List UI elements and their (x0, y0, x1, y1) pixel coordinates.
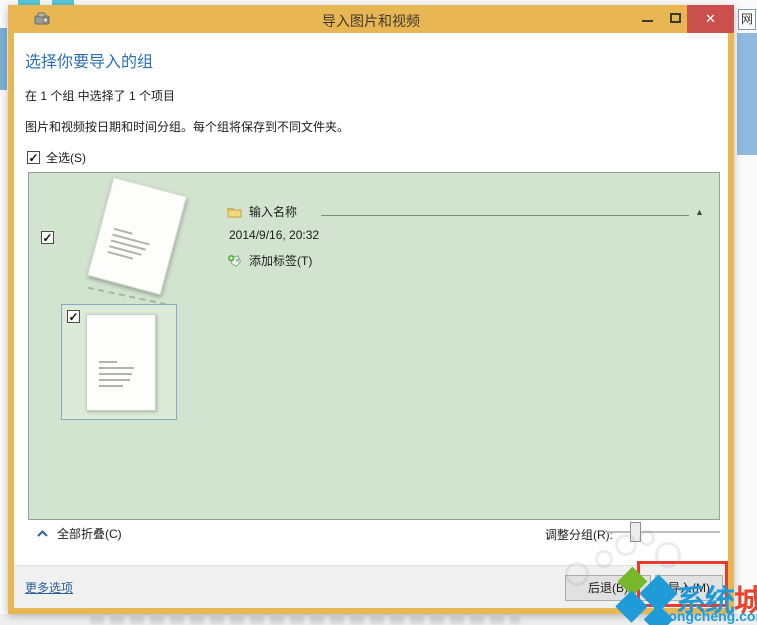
import-pictures-dialog: 导入图片和视频 ✕ 选择你要导入的组 在 1 个组 中选择了 1 个项目 图片和… (8, 5, 734, 614)
highlight-annotation-box (637, 561, 728, 607)
maximize-icon (670, 13, 681, 23)
select-all-row: ✓ 全选(S) (27, 149, 86, 166)
screen: 网 导入图片和视频 ✕ 选择你要导入的组 在 1 个组 中选择了 1 个项目 图… (0, 0, 757, 625)
thumbnail-content (99, 360, 143, 391)
add-tag-icon (228, 254, 242, 267)
folder-icon (227, 207, 242, 217)
background-window-text: 网 (738, 9, 756, 30)
close-button[interactable]: ✕ (687, 5, 734, 33)
group-name-field[interactable]: 输入名称 (249, 203, 297, 220)
selected-item-tile[interactable]: ✓ (61, 304, 177, 420)
adjust-groups-label: 调整分组(R): (545, 528, 613, 542)
maximize-button[interactable] (663, 5, 689, 33)
slider-thumb[interactable] (630, 522, 641, 542)
minimize-button[interactable] (635, 5, 661, 33)
item-thumbnail (86, 314, 156, 411)
item-checkbox[interactable]: ✓ (67, 310, 80, 323)
page-title: 选择你要导入的组 (25, 54, 154, 71)
collapse-all-control[interactable]: 全部折叠(C) (37, 525, 122, 542)
select-all-checkbox[interactable]: ✓ (27, 151, 40, 164)
group-datetime: 2014/9/16, 20:32 (229, 228, 320, 242)
collapse-all-label[interactable]: 全部折叠(C) (57, 525, 122, 542)
dialog-body: 选择你要导入的组 在 1 个组 中选择了 1 个项目 图片和视频按日期和时间分组… (14, 33, 728, 608)
background-blurred-text (90, 616, 520, 624)
background-window-fragment (737, 33, 757, 155)
group-checkbox[interactable]: ✓ (41, 231, 54, 244)
footer-bar: 更多选项 后退(B) 导入(M) (14, 565, 728, 608)
select-all-label[interactable]: 全选(S) (46, 149, 86, 166)
group-collapse-arrow-icon[interactable]: ▲ (695, 207, 704, 217)
group-cover-thumbnail[interactable] (87, 176, 187, 296)
close-icon: ✕ (705, 11, 716, 26)
thumbnail-content (107, 227, 161, 269)
add-tag-row[interactable]: 添加标签(T) (227, 252, 312, 269)
more-options-link[interactable]: 更多选项 (25, 579, 73, 596)
group-name-row: 输入名称 (227, 203, 297, 220)
minimize-icon (642, 20, 653, 22)
group-header-rule (321, 215, 689, 216)
add-tag-label[interactable]: 添加标签(T) (249, 252, 312, 269)
grouping-note: 图片和视频按日期和时间分组。每个组将保存到不同文件夹。 (25, 120, 350, 134)
adjust-groups-slider[interactable] (605, 521, 720, 543)
background-window-fragment (0, 28, 7, 90)
window-title: 导入图片和视频 (322, 13, 420, 29)
selection-summary: 在 1 个组 中选择了 1 个项目 (25, 89, 176, 103)
groups-panel: ✓ 输入名称 ▲ 2014/9/16, 20:32 添加标签(T) ✓ (28, 172, 720, 520)
slider-track[interactable] (605, 531, 720, 533)
collapse-all-chevron-icon (37, 530, 48, 537)
titlebar[interactable]: 导入图片和视频 ✕ (8, 5, 734, 33)
